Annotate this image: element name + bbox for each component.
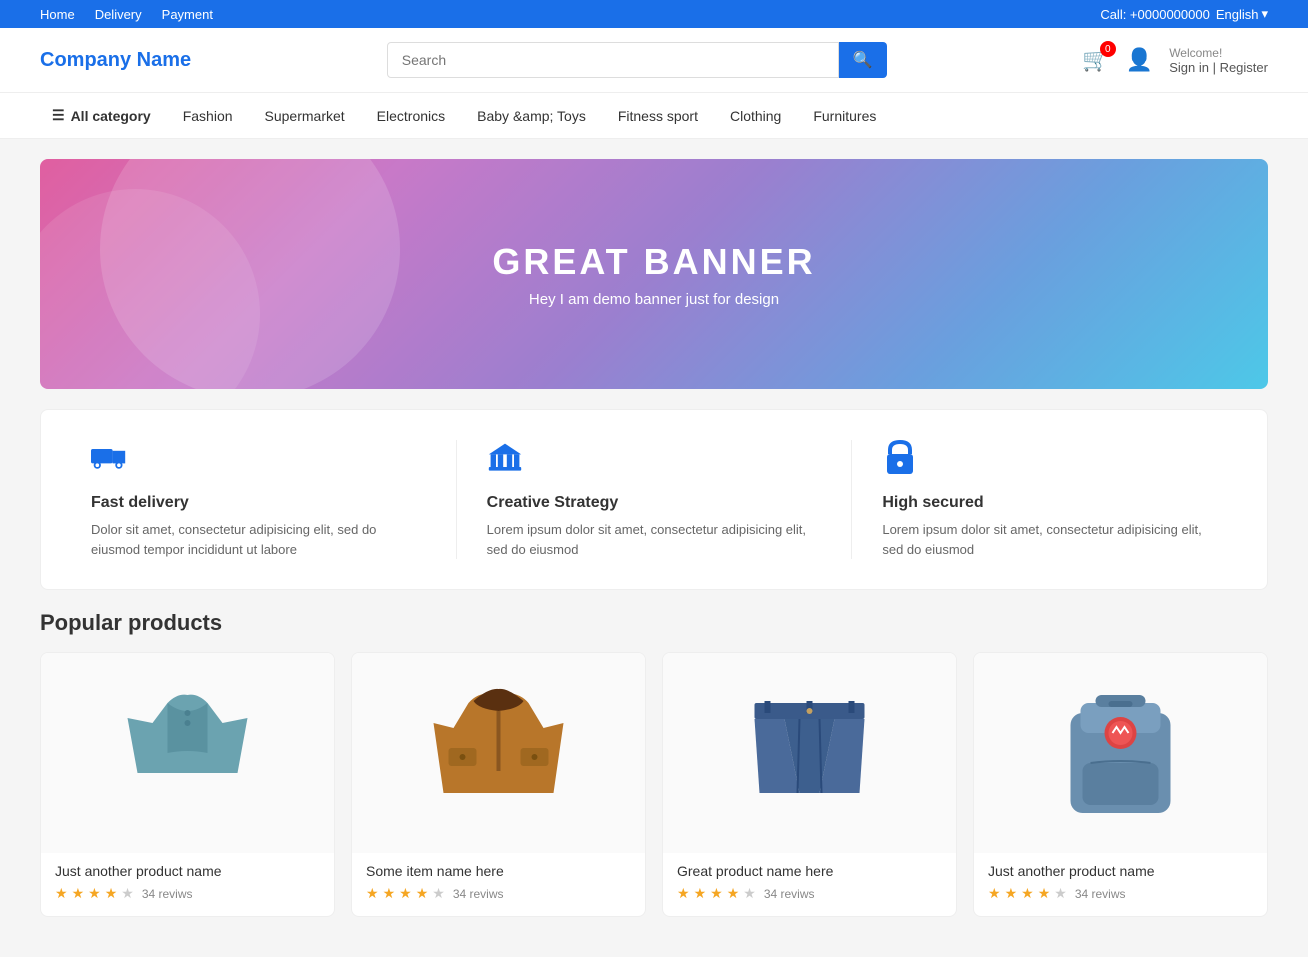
bank-icon	[487, 440, 822, 484]
product-info-1: Some item name here ★ ★ ★ ★ ★ 34 reviws	[352, 853, 645, 902]
product-card-1[interactable]: Some item name here ★ ★ ★ ★ ★ 34 reviws	[351, 652, 646, 917]
cart-badge: 0	[1100, 41, 1116, 57]
header: Company Name 🔍 🛒 0 👤 Welcome! Sign in | …	[0, 28, 1308, 93]
truck-icon	[91, 440, 426, 484]
product-card-3[interactable]: Just another product name ★ ★ ★ ★ ★ 34 r…	[973, 652, 1268, 917]
user-icon: 👤	[1126, 47, 1153, 73]
features-section: Fast delivery Dolor sit amet, consectetu…	[40, 409, 1268, 590]
feature-title-1: Creative Strategy	[487, 494, 822, 512]
product-name-1: Some item name here	[366, 863, 631, 879]
cart-button[interactable]: 🛒 0	[1082, 47, 1109, 73]
product-stars-0: ★ ★ ★ ★ ★ 34 reviws	[55, 885, 320, 902]
feature-title-2: High secured	[882, 494, 1217, 512]
products-grid: Just another product name ★ ★ ★ ★ ★ 34 r…	[40, 652, 1268, 917]
product-card-2[interactable]: Great product name here ★ ★ ★ ★ ★ 34 rev…	[662, 652, 957, 917]
product-info-0: Just another product name ★ ★ ★ ★ ★ 34 r…	[41, 853, 334, 902]
hamburger-icon: ☰	[52, 107, 65, 124]
product-card-0[interactable]: Just another product name ★ ★ ★ ★ ★ 34 r…	[40, 652, 335, 917]
product-stars-2: ★ ★ ★ ★ ★ 34 reviws	[677, 885, 942, 902]
phone-label: Call: +0000000000	[1100, 7, 1210, 22]
feature-desc-2: Lorem ipsum dolor sit amet, consectetur …	[882, 520, 1217, 559]
product-name-2: Great product name here	[677, 863, 942, 879]
review-count-1: 34 reviws	[453, 887, 504, 901]
search-bar: 🔍	[387, 42, 887, 78]
welcome-text: Welcome!	[1169, 46, 1268, 60]
nav-fitness[interactable]: Fitness sport	[606, 94, 710, 138]
search-button[interactable]: 🔍	[839, 42, 887, 78]
product-info-2: Great product name here ★ ★ ★ ★ ★ 34 rev…	[663, 853, 956, 902]
nav-home[interactable]: Home	[40, 7, 75, 22]
search-icon: 🔍	[853, 52, 873, 69]
review-count-2: 34 reviws	[764, 887, 815, 901]
auth-links: Sign in | Register	[1169, 60, 1268, 75]
product-image-1	[352, 653, 645, 853]
nav-furnitures[interactable]: Furnitures	[801, 94, 888, 138]
product-image-3	[974, 653, 1267, 853]
hero-banner: GREAT BANNER Hey I am demo banner just f…	[40, 159, 1268, 389]
product-stars-1: ★ ★ ★ ★ ★ 34 reviws	[366, 885, 631, 902]
product-stars-3: ★ ★ ★ ★ ★ 34 reviws	[988, 885, 1253, 902]
star-5: ★	[121, 885, 134, 902]
top-bar: Home Delivery Payment Call: +0000000000 …	[0, 0, 1308, 28]
top-nav: Home Delivery Payment	[40, 7, 213, 22]
feature-desc-1: Lorem ipsum dolor sit amet, consectetur …	[487, 520, 822, 559]
banner-subtitle: Hey I am demo banner just for design	[529, 291, 779, 308]
logo[interactable]: Company Name	[40, 49, 191, 72]
banner-title: GREAT BANNER	[492, 241, 815, 283]
feature-title-0: Fast delivery	[91, 494, 426, 512]
feature-desc-0: Dolor sit amet, consectetur adipisicing …	[91, 520, 426, 559]
nav-supermarket[interactable]: Supermarket	[253, 94, 357, 138]
lock-icon	[882, 440, 1217, 484]
product-image-2	[663, 653, 956, 853]
product-name-3: Just another product name	[988, 863, 1253, 879]
nav-electronics[interactable]: Electronics	[365, 94, 457, 138]
popular-products-title: Popular products	[40, 610, 1268, 636]
chevron-down-icon: ▾	[1261, 6, 1268, 22]
star-4: ★	[105, 885, 118, 902]
register-link[interactable]: Register	[1220, 60, 1268, 75]
header-right: 🛒 0 👤 Welcome! Sign in | Register	[1082, 46, 1268, 75]
product-name-0: Just another product name	[55, 863, 320, 879]
signin-link[interactable]: Sign in	[1169, 60, 1209, 75]
nav-fashion[interactable]: Fashion	[171, 94, 245, 138]
language-button[interactable]: English ▾	[1216, 6, 1268, 22]
top-right: Call: +0000000000 English ▾	[1100, 6, 1268, 22]
product-image-0	[41, 653, 334, 853]
nav-payment[interactable]: Payment	[162, 7, 213, 22]
popular-products-section: Popular products Just another product na…	[40, 610, 1268, 917]
user-links: Welcome! Sign in | Register	[1169, 46, 1268, 75]
nav-bar: ☰ All category Fashion Supermarket Elect…	[0, 93, 1308, 139]
nav-clothing[interactable]: Clothing	[718, 94, 793, 138]
feature-creative-strategy: Creative Strategy Lorem ipsum dolor sit …	[457, 440, 853, 559]
all-category-button[interactable]: ☰ All category	[40, 93, 163, 138]
star-3: ★	[88, 885, 101, 902]
review-count-3: 34 reviws	[1075, 887, 1126, 901]
nav-delivery[interactable]: Delivery	[95, 7, 142, 22]
product-info-3: Just another product name ★ ★ ★ ★ ★ 34 r…	[974, 853, 1267, 902]
star-2: ★	[72, 885, 85, 902]
star-1: ★	[55, 885, 68, 902]
feature-high-secured: High secured Lorem ipsum dolor sit amet,…	[852, 440, 1247, 559]
feature-fast-delivery: Fast delivery Dolor sit amet, consectetu…	[61, 440, 457, 559]
nav-baby-toys[interactable]: Baby &amp; Toys	[465, 94, 598, 138]
search-input[interactable]	[387, 42, 839, 78]
review-count-0: 34 reviws	[142, 887, 193, 901]
